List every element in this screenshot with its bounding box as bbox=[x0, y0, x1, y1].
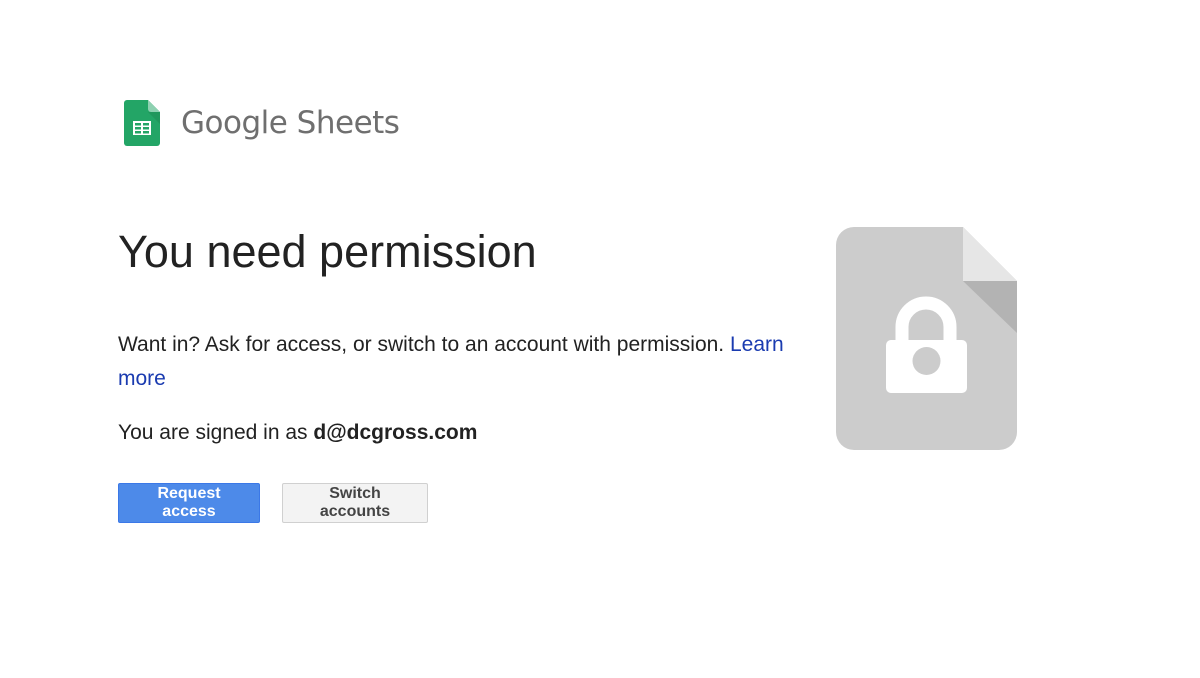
page-title: You need permission bbox=[118, 226, 537, 277]
permission-message: Want in? Ask for access, or switch to an… bbox=[118, 328, 808, 396]
message-text: Want in? Ask for access, or switch to an… bbox=[118, 333, 730, 356]
signed-in-prefix: You are signed in as bbox=[118, 421, 314, 444]
switch-accounts-button[interactable]: Switch accounts bbox=[282, 483, 428, 523]
google-sheets-icon bbox=[124, 100, 160, 146]
signed-in-email: d@dcgross.com bbox=[313, 421, 478, 444]
header: Google Sheets bbox=[124, 100, 400, 146]
action-buttons: Request access Switch accounts bbox=[118, 483, 808, 523]
permission-page: Google Sheets You need permission Want i… bbox=[0, 0, 1200, 678]
signed-in-info: You are signed in as d@dcgross.com bbox=[118, 416, 808, 450]
request-access-button[interactable]: Request access bbox=[118, 483, 260, 523]
main-content: You need permission Want in? Ask for acc… bbox=[118, 222, 808, 523]
locked-file-icon bbox=[836, 227, 1017, 450]
product-name: Google Sheets bbox=[181, 105, 400, 141]
